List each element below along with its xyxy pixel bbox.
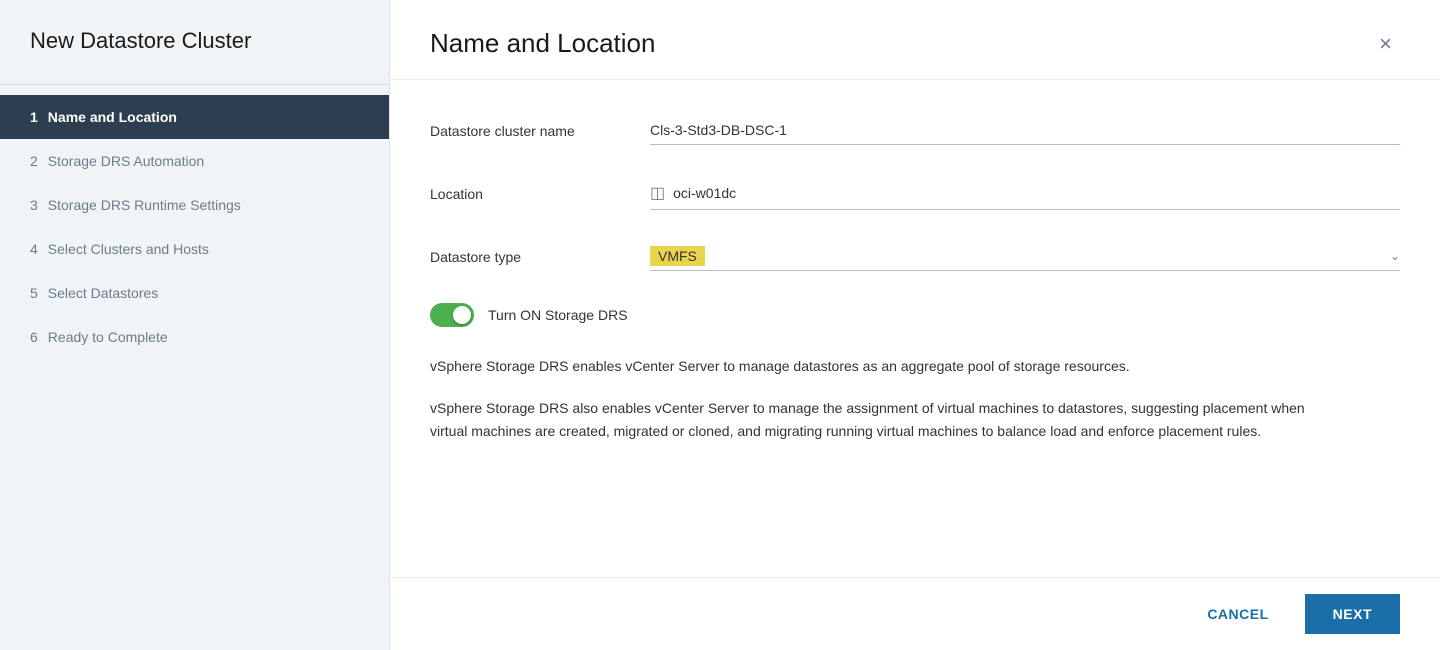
close-button[interactable]: × (1371, 29, 1400, 59)
step-num: 2 (30, 153, 38, 169)
sidebar-step-5[interactable]: 5 Select Datastores (0, 271, 389, 315)
toggle-row: Turn ON Storage DRS (430, 303, 1400, 327)
step-num: 1 (30, 109, 38, 125)
datastore-type-select[interactable]: VMFS ⌄ (650, 242, 1400, 271)
toggle-slider (430, 303, 474, 327)
chevron-down-icon: ⌄ (1390, 249, 1400, 263)
datastore-type-field: VMFS ⌄ (650, 242, 1400, 271)
step-label: Storage DRS Automation (48, 153, 204, 169)
main-footer: CANCEL NEXT (390, 577, 1440, 650)
sidebar-step-1[interactable]: 1 Name and Location (0, 95, 389, 139)
datastore-type-row: Datastore type VMFS ⌄ (430, 242, 1400, 271)
description-2: vSphere Storage DRS also enables vCenter… (430, 397, 1330, 442)
cluster-name-input[interactable] (650, 116, 1400, 145)
sidebar-step-2[interactable]: 2 Storage DRS Automation (0, 139, 389, 183)
location-value: oci-w01dc (673, 185, 736, 201)
vmfs-highlight: VMFS (650, 246, 705, 266)
step-label: Select Clusters and Hosts (48, 241, 209, 257)
cluster-name-field (650, 116, 1400, 145)
description-1: vSphere Storage DRS enables vCenter Serv… (430, 355, 1330, 377)
main-title: Name and Location (430, 28, 655, 59)
cancel-button[interactable]: CANCEL (1187, 596, 1288, 632)
step-label: Storage DRS Runtime Settings (48, 197, 241, 213)
cluster-name-label: Datastore cluster name (430, 123, 650, 139)
step-num: 5 (30, 285, 38, 301)
main-header: Name and Location × (390, 0, 1440, 80)
sidebar-step-3[interactable]: 3 Storage DRS Runtime Settings (0, 183, 389, 227)
toggle-label: Turn ON Storage DRS (488, 307, 628, 323)
sidebar-title: New Datastore Cluster (0, 0, 389, 85)
next-button[interactable]: NEXT (1305, 594, 1400, 634)
main-panel: Name and Location × Datastore cluster na… (390, 0, 1440, 650)
step-label: Ready to Complete (48, 329, 168, 345)
datastore-type-value: VMFS (650, 246, 705, 266)
step-num: 3 (30, 197, 38, 213)
location-field: ◫ oci-w01dc (650, 177, 1400, 210)
datastore-type-label: Datastore type (430, 249, 650, 265)
sidebar-step-6[interactable]: 6 Ready to Complete (0, 315, 389, 359)
step-label: Name and Location (48, 109, 177, 125)
storage-drs-toggle[interactable] (430, 303, 474, 327)
dialog: New Datastore Cluster 1 Name and Location… (0, 0, 1440, 650)
step-num: 4 (30, 241, 38, 257)
step-label: Select Datastores (48, 285, 159, 301)
location-label: Location (430, 186, 650, 202)
sidebar-step-4[interactable]: 4 Select Clusters and Hosts (0, 227, 389, 271)
location-row: Location ◫ oci-w01dc (430, 177, 1400, 210)
sidebar: New Datastore Cluster 1 Name and Location… (0, 0, 390, 650)
sidebar-steps: 1 Name and Location 2 Storage DRS Automatio… (0, 85, 389, 369)
location-display: ◫ oci-w01dc (650, 177, 1400, 210)
datacenter-icon: ◫ (650, 183, 665, 203)
cluster-name-row: Datastore cluster name (430, 116, 1400, 145)
main-body: Datastore cluster name Location ◫ oci-w0… (390, 80, 1440, 577)
step-num: 6 (30, 329, 38, 345)
